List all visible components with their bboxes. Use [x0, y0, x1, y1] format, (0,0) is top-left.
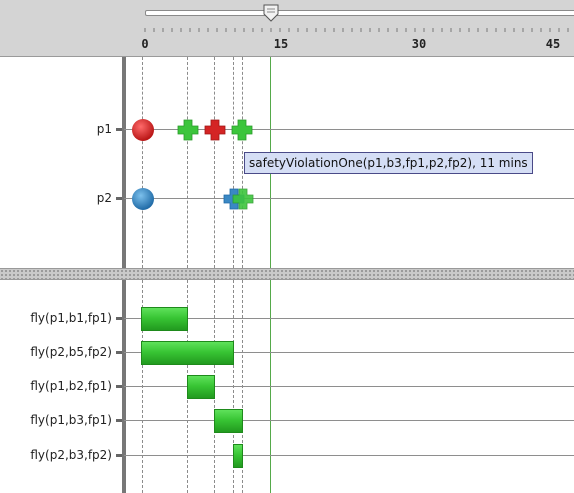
- row-label-p2: p2: [96, 191, 112, 205]
- pane-splitter[interactable]: [0, 268, 574, 280]
- row-label-p1: p1: [96, 122, 112, 136]
- ruler-label-0: 0: [141, 37, 149, 51]
- row-tick: [116, 351, 122, 354]
- event-marker-plus[interactable]: [231, 187, 255, 211]
- activity-bar[interactable]: [141, 307, 188, 331]
- row-tick: [116, 385, 122, 388]
- event-marker-plus[interactable]: [203, 118, 227, 142]
- activity-label: fly(p2,b3,fp2): [30, 448, 112, 462]
- event-marker-plus[interactable]: [176, 118, 200, 142]
- row-line-p2: [124, 198, 574, 199]
- event-tooltip: safetyViolationOne(p1,b3,fp1,p2,fp2), 11…: [244, 152, 533, 174]
- row-tick: [116, 317, 122, 320]
- event-marker-circle[interactable]: [131, 118, 155, 142]
- activity-label: fly(p1,b3,fp1): [30, 413, 112, 427]
- row-line: [124, 318, 574, 319]
- row-line: [124, 455, 574, 456]
- activity-label: fly(p1,b2,fp1): [30, 379, 112, 393]
- activity-bar[interactable]: [233, 444, 243, 468]
- event-line: [214, 57, 215, 268]
- event-line: [142, 57, 143, 268]
- activity-bar[interactable]: [187, 375, 215, 399]
- ruler-label-30: 30: [411, 37, 427, 51]
- activity-bar[interactable]: [141, 341, 234, 365]
- activity-bar[interactable]: [214, 409, 243, 433]
- event-line: [233, 57, 234, 268]
- timeline-header: 0 15 30 45: [0, 0, 574, 57]
- event-marker-circle[interactable]: [131, 187, 155, 211]
- row-tick: [116, 197, 122, 200]
- activity-label: fly(p1,b1,fp1): [30, 311, 112, 325]
- event-line: [242, 57, 243, 268]
- row-tick: [116, 454, 122, 457]
- row-tick: [116, 128, 122, 131]
- row-tick: [116, 419, 122, 422]
- row-line: [124, 420, 574, 421]
- ruler-label-45: 45: [545, 37, 561, 51]
- ruler-label-15: 15: [273, 37, 289, 51]
- activity-label: fly(p2,b5,fp2): [30, 345, 112, 359]
- event-marker-plus[interactable]: [230, 118, 254, 142]
- event-line: [187, 57, 188, 268]
- marker-pane-axis: [122, 57, 126, 268]
